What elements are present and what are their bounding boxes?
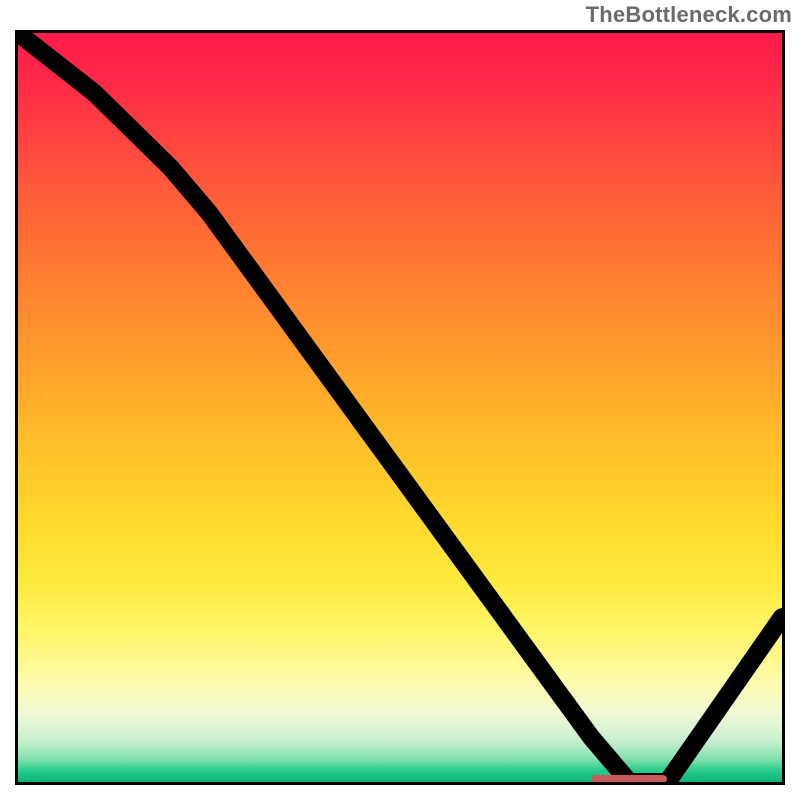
optimal-range-marker bbox=[591, 775, 667, 783]
plot-area bbox=[15, 30, 785, 785]
chart-frame: TheBottleneck.com bbox=[0, 0, 800, 800]
bottleneck-curve bbox=[18, 33, 782, 782]
curve-layer bbox=[18, 33, 782, 782]
watermark-text: TheBottleneck.com bbox=[586, 2, 792, 28]
